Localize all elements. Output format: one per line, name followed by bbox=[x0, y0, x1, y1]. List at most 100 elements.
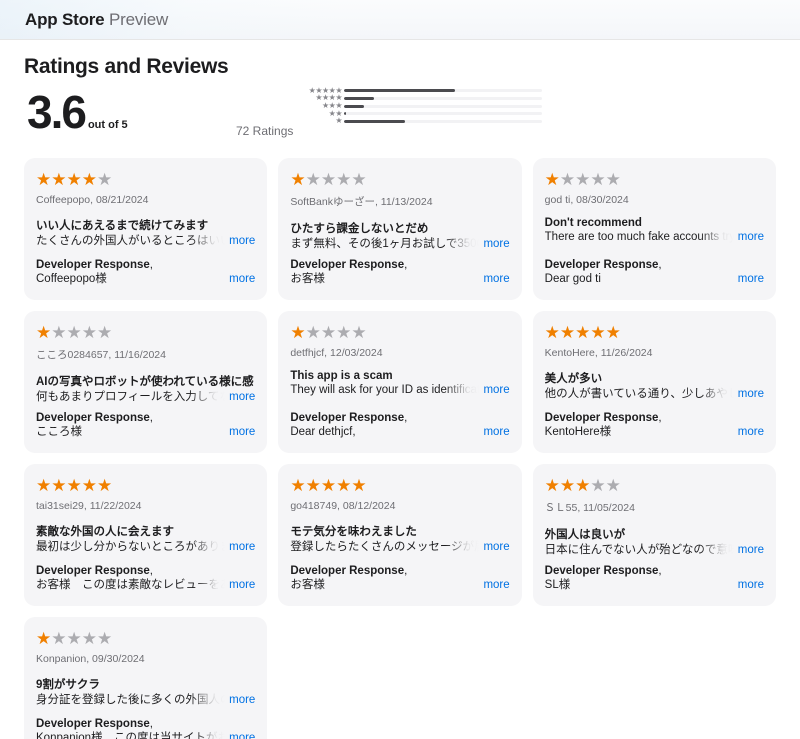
review-card: ★ ★ ★ ★ ★ Konpanion, 09/30/2024 9割がサクラ 身分証を登録した… bbox=[24, 617, 268, 739]
browser-chrome-bar: App Store Preview bbox=[0, 0, 800, 40]
review-title: 素敵な外国の人に会えます bbox=[36, 526, 174, 538]
review-card: ★ ★ ★ ★ ★ ＳＬ55, 11/05/2024 外国人は良いが 日本に住んでない人が殆ど… bbox=[532, 464, 776, 606]
review-card: ★ ★ ★ ★ ★ god ti, 08/30/2024 Don't recommend Th… bbox=[532, 158, 776, 300]
star-empty-icon: ★ bbox=[81, 323, 97, 342]
developer-response-header: Developer Response, bbox=[290, 565, 509, 577]
review-more-link[interactable]: more bbox=[483, 541, 509, 553]
review-author-date: god ti, 08/30/2024 bbox=[544, 194, 629, 206]
developer-response-more-link[interactable]: more bbox=[738, 579, 764, 591]
star-empty-icon: ★ bbox=[320, 323, 336, 342]
developer-response-comma: , bbox=[404, 412, 408, 425]
developer-response-line: KentoHere様 more bbox=[545, 425, 764, 441]
histogram-star-icon: ★ bbox=[335, 116, 342, 126]
review-title: モテ気分を味わえました bbox=[290, 526, 417, 538]
developer-response-text: Konpanion様 この度は当サイトがお客様 bbox=[36, 731, 226, 739]
developer-response-text: Coffeepopo様 bbox=[36, 272, 226, 288]
developer-response-block: Developer Response, Dear god ti more bbox=[545, 259, 764, 288]
star-empty-icon: ★ bbox=[66, 629, 82, 648]
developer-response-more-link[interactable]: more bbox=[229, 273, 255, 285]
histogram-fill bbox=[344, 119, 406, 123]
developer-response-header: Developer Response, bbox=[36, 259, 255, 271]
developer-response-more-link[interactable]: more bbox=[738, 426, 764, 438]
developer-response-comma: , bbox=[149, 259, 153, 272]
developer-response-label: Developer Response bbox=[544, 259, 659, 272]
developer-response-header: Developer Response, bbox=[36, 412, 255, 424]
review-more-link[interactable]: more bbox=[229, 694, 255, 706]
review-more-link[interactable]: more bbox=[229, 235, 255, 247]
star-empty-icon: ★ bbox=[51, 629, 66, 648]
developer-response-line: Coffeepopo様 more bbox=[36, 272, 255, 288]
star-filled-icon: ★ bbox=[590, 323, 606, 342]
developer-response-more-link[interactable]: more bbox=[229, 732, 255, 739]
star-empty-icon: ★ bbox=[97, 170, 112, 189]
developer-response-label: Developer Response bbox=[36, 565, 150, 578]
developer-response-more-link[interactable]: more bbox=[738, 273, 764, 285]
review-title: 美人が多い bbox=[544, 373, 603, 385]
review-card: ★ ★ ★ ★ ★ detfhjcf, 12/03/2024 This app is a s… bbox=[278, 311, 522, 453]
review-body-line: 登録したらたくさんのメッセージが届きまmore bbox=[290, 540, 510, 556]
review-body-line: 他の人が書いている通り、少しあやしいプ more bbox=[545, 387, 764, 403]
developer-response-more-link[interactable]: more bbox=[483, 273, 509, 285]
star-empty-icon: ★ bbox=[97, 629, 112, 648]
developer-response-line: お客様 この度は素敵なレビューをありがmore bbox=[36, 578, 255, 594]
review-more-link[interactable]: more bbox=[483, 384, 509, 396]
developer-response-more-link[interactable]: more bbox=[483, 426, 509, 438]
developer-response-block: Developer Response, Dear dethjcf, more bbox=[290, 412, 510, 441]
developer-response-block: Developer Response, SL様 more bbox=[545, 565, 764, 594]
developer-response-label: Developer Response bbox=[36, 718, 150, 731]
star-filled-icon: ★ bbox=[544, 323, 560, 342]
developer-response-header: Developer Response, bbox=[545, 412, 764, 424]
histogram-track bbox=[344, 104, 542, 108]
review-author-date: Konpanion, 09/30/2024 bbox=[36, 653, 145, 665]
developer-response-more-link[interactable]: more bbox=[483, 579, 509, 591]
review-more-link[interactable]: more bbox=[483, 238, 509, 250]
star-filled-icon: ★ bbox=[544, 476, 560, 495]
developer-response-block: Developer Response,お客様 この度は素敵なレビューをありがmo… bbox=[36, 565, 255, 594]
review-body-line: 身分証を登録した後に多くの外国人のプロmore bbox=[36, 693, 255, 709]
developer-response-more-link[interactable]: more bbox=[229, 426, 255, 438]
review-more-link[interactable]: more bbox=[738, 544, 764, 556]
review-body-text: たくさんの外国人がいるところはいいです bbox=[36, 234, 226, 250]
out-of-five-label: out of 5 bbox=[87, 119, 128, 131]
developer-response-line: こころ様 more bbox=[36, 425, 255, 441]
review-rating-stars: ★ ★ ★ ★ ★ bbox=[545, 171, 764, 188]
review-rating-stars: ★ ★ ★ ★ ★ bbox=[36, 477, 255, 494]
review-author-date: ＳＬ55, 11/05/2024 bbox=[544, 502, 635, 514]
review-more-link[interactable]: more bbox=[738, 231, 764, 243]
star-empty-icon: ★ bbox=[559, 170, 575, 189]
review-card: ★ ★ ★ ★ ★ Coffeepopo, 08/21/2024 いい人にあえるまで続けてみ… bbox=[24, 158, 268, 300]
review-body-line: They will ask for your ID as identificat… bbox=[290, 383, 510, 399]
page-content: Ratings and Reviews 3.6 out of 5 72 Rati… bbox=[0, 55, 800, 739]
review-title: 外国人は良いが bbox=[544, 529, 626, 541]
developer-response-text: KentoHere様 bbox=[545, 425, 734, 441]
star-filled-icon: ★ bbox=[290, 170, 306, 189]
review-rating-stars: ★ ★ ★ ★ ★ bbox=[290, 324, 509, 341]
developer-response-label: Developer Response bbox=[290, 259, 405, 272]
ratings-summary: 3.6 out of 5 72 Ratings ★★★★★ ★★★★ ★★★ ★★ ★ bbox=[24, 83, 776, 145]
histogram-track bbox=[344, 96, 542, 100]
histogram-fill bbox=[344, 89, 455, 93]
star-filled-icon: ★ bbox=[81, 476, 97, 495]
star-filled-icon: ★ bbox=[81, 170, 97, 189]
star-empty-icon: ★ bbox=[590, 476, 606, 495]
star-empty-icon: ★ bbox=[590, 170, 606, 189]
developer-response-text: SL様 bbox=[545, 578, 734, 594]
developer-response-label: Developer Response bbox=[544, 412, 659, 425]
star-filled-icon: ★ bbox=[51, 170, 66, 189]
developer-response-header: Developer Response, bbox=[545, 259, 764, 271]
developer-response-label: Developer Response bbox=[36, 412, 150, 425]
review-body-line: たくさんの外国人がいるところはいいですmore bbox=[36, 234, 255, 250]
star-filled-icon: ★ bbox=[559, 323, 575, 342]
star-filled-icon: ★ bbox=[36, 170, 51, 189]
star-empty-icon: ★ bbox=[81, 629, 97, 648]
histogram-fill bbox=[344, 96, 374, 100]
developer-response-more-link[interactable]: more bbox=[229, 579, 255, 591]
star-filled-icon: ★ bbox=[575, 476, 590, 495]
developer-response-text: こころ様 bbox=[36, 425, 226, 441]
review-body-line: 最初は少し分からないところがありましたmore bbox=[36, 540, 255, 556]
review-more-link[interactable]: more bbox=[738, 388, 764, 400]
review-body-text: 何もあまりプロフィールを入力してない段 bbox=[36, 390, 226, 406]
review-card: ★ ★ ★ ★ ★ KentoHere, 11/26/2024 美人が多い 他の人が書いている… bbox=[532, 311, 776, 453]
review-more-link[interactable]: more bbox=[229, 391, 255, 403]
review-more-link[interactable]: more bbox=[229, 541, 255, 553]
